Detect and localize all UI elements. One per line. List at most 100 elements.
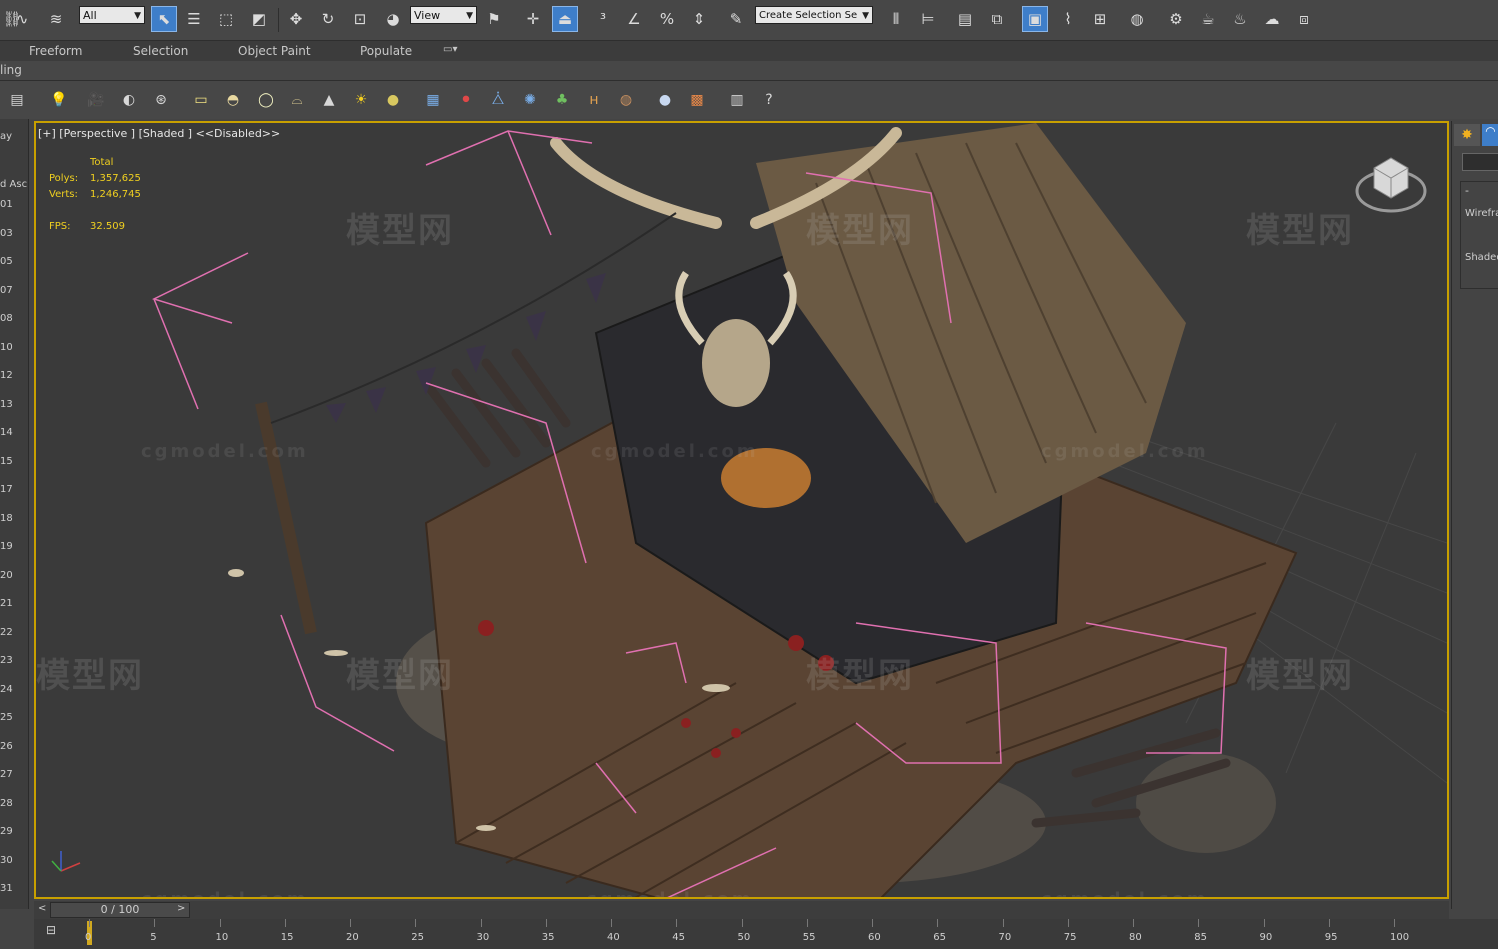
file-icon[interactable]: ▥ xyxy=(726,89,748,111)
explorer-row[interactable]: 05 xyxy=(0,256,13,267)
explorer-row[interactable]: 13 xyxy=(0,399,13,410)
prev-frame-button[interactable]: < xyxy=(38,903,46,914)
plane-primitive-icon[interactable]: ▭ xyxy=(190,89,212,111)
explorer-row[interactable]: 07 xyxy=(0,285,13,296)
rect-selection-icon[interactable]: ⬚ xyxy=(214,6,238,32)
explorer-row[interactable]: 27 xyxy=(0,769,13,780)
render-preview-icon[interactable]: ◐ xyxy=(118,89,140,111)
explorer-row[interactable]: 15 xyxy=(0,456,13,467)
camera-icon[interactable]: 🎥 xyxy=(85,89,107,111)
wireframe-option[interactable]: Wirefra xyxy=(1465,208,1498,219)
explorer-row[interactable]: 14 xyxy=(0,427,13,438)
explorer-row[interactable]: 22 xyxy=(0,627,13,638)
pivot-icon[interactable]: ◕ xyxy=(381,6,405,32)
explorer-row[interactable]: 30 xyxy=(0,855,13,866)
render-icon[interactable]: ♨ xyxy=(1228,6,1252,32)
explorer-row[interactable]: 23 xyxy=(0,655,13,666)
explorer-row[interactable]: 21 xyxy=(0,598,13,609)
explorer-row[interactable]: 25 xyxy=(0,712,13,723)
sun-icon[interactable]: ☀ xyxy=(350,89,372,111)
foliage-icon[interactable]: ♣ xyxy=(551,89,573,111)
bind-spacewarp-icon[interactable]: ≋ xyxy=(44,6,68,32)
teapot-icon[interactable]: ⌓ xyxy=(286,89,308,111)
texture-map-icon[interactable]: ▩ xyxy=(686,89,708,111)
next-frame-button[interactable]: > xyxy=(177,903,185,914)
selection-filter-dropdown[interactable]: All ▼ xyxy=(79,6,145,24)
viewport-label-menu[interactable]: [+] [Perspective ] [Shaded ] <<Disabled>… xyxy=(38,127,280,140)
crosshair-icon[interactable]: ✛ xyxy=(521,6,545,32)
modify-panel-tab[interactable]: ◠ xyxy=(1482,124,1498,146)
reference-coord-dropdown[interactable]: View ▼ xyxy=(410,6,477,24)
geosphere-icon[interactable]: ✺ xyxy=(519,89,541,111)
explorer-row[interactable]: 17 xyxy=(0,484,13,495)
toggle-ribbon-icon[interactable]: ⧉ xyxy=(985,6,1009,32)
render-iterative-icon[interactable]: ⧈ xyxy=(1292,6,1316,32)
rollout-collapse-icon[interactable]: - xyxy=(1465,184,1469,197)
spinner-snap-icon[interactable]: ⇕ xyxy=(687,6,711,32)
explorer-row[interactable]: 01 xyxy=(0,199,13,210)
named-selection-set-dropdown[interactable]: Create Selection Se ▼ xyxy=(755,6,873,24)
pyramid-icon[interactable]: ⧊ xyxy=(487,89,509,111)
hair-icon[interactable]: ʜ xyxy=(583,89,605,111)
render-setup-icon[interactable]: ⚙ xyxy=(1164,6,1188,32)
align-icon[interactable]: ⊨ xyxy=(916,6,940,32)
explorer-row[interactable]: 03 xyxy=(0,228,13,239)
explorer-row[interactable]: 08 xyxy=(0,313,13,324)
explorer-row[interactable]: 28 xyxy=(0,798,13,809)
explorer-row[interactable]: 31 xyxy=(0,883,13,894)
perspective-viewport[interactable]: 模型网 模型网 模型网 模型网 模型网 模型网 模型网 cgmodel.com … xyxy=(34,121,1449,899)
scene-explorer-toggle-icon[interactable]: ▣ xyxy=(1022,6,1048,32)
ribbon-options-icon[interactable]: ▭▾ xyxy=(443,44,457,55)
rotate-icon[interactable]: ↻ xyxy=(316,6,340,32)
explorer-row[interactable]: 26 xyxy=(0,741,13,752)
track-bar[interactable]: ⊟ 0 5 10 15 20 25 30 35 40 45 50 55 60 65 70 75 80 85 90 95… xyxy=(34,919,1498,949)
unlink-icon[interactable]: ∿ xyxy=(10,6,34,32)
particle-icon[interactable]: ⚫ xyxy=(455,89,477,111)
schematic-view-icon[interactable]: ⊞ xyxy=(1088,6,1112,32)
explorer-row[interactable]: 18 xyxy=(0,513,13,524)
tab-selection[interactable]: Selection xyxy=(133,44,188,58)
tab-freeform[interactable]: Freeform xyxy=(29,44,82,58)
explorer-row[interactable]: 20 xyxy=(0,570,13,581)
toggle-layer-explorer-icon[interactable]: ▤ xyxy=(953,6,977,32)
window-crossing-icon[interactable]: ◩ xyxy=(247,6,271,32)
rendered-frame-window-icon[interactable]: ☕ xyxy=(1196,6,1220,32)
explorer-row[interactable]: 29 xyxy=(0,826,13,837)
select-by-name-icon[interactable]: ☰ xyxy=(182,6,206,32)
sphere-light-icon[interactable]: ● xyxy=(382,89,404,111)
material-sphere-icon[interactable]: ● xyxy=(654,89,676,111)
create-panel-tab[interactable]: ✸ xyxy=(1454,124,1480,146)
snap-3d-icon[interactable]: ³ xyxy=(591,6,615,32)
time-slider[interactable]: < 0 / 100 > xyxy=(34,901,1449,919)
sphere-icon[interactable]: ◯ xyxy=(255,89,277,111)
grid-plane-icon[interactable]: ▦ xyxy=(422,89,444,111)
angle-snap-icon[interactable]: ∠ xyxy=(622,6,646,32)
select-manipulate-icon[interactable]: ⚑ xyxy=(482,6,506,32)
tab-populate[interactable]: Populate xyxy=(360,44,412,58)
tab-object-paint[interactable]: Object Paint xyxy=(238,44,311,58)
render-cloud-icon[interactable]: ☁ xyxy=(1260,6,1284,32)
move-icon[interactable]: ✥ xyxy=(284,6,308,32)
light-lister-icon[interactable]: 💡 xyxy=(48,89,70,111)
shaded-option[interactable]: Shaded xyxy=(1465,252,1498,263)
explorer-row[interactable]: 10 xyxy=(0,342,13,353)
cone-icon[interactable]: ▲ xyxy=(318,89,340,111)
scale-icon[interactable]: ⊡ xyxy=(348,6,372,32)
hemisphere-icon[interactable]: ◓ xyxy=(222,89,244,111)
fur-icon[interactable]: ◍ xyxy=(615,89,637,111)
curve-editor-icon[interactable]: ⌇ xyxy=(1056,6,1080,32)
object-name-field[interactable] xyxy=(1462,153,1498,171)
explorer-row[interactable]: 24 xyxy=(0,684,13,695)
curve-editor-mini-icon[interactable]: ⊟ xyxy=(46,923,66,939)
time-slider-thumb[interactable]: 0 / 100 xyxy=(50,902,190,918)
render-tool-icon[interactable]: ⊛ xyxy=(150,89,172,111)
sort-header[interactable]: d Asc xyxy=(0,179,27,190)
explorer-row[interactable]: 12 xyxy=(0,370,13,381)
layer-manager-icon[interactable]: ▤ xyxy=(6,89,28,111)
percent-snap-icon[interactable]: % xyxy=(655,6,679,32)
material-editor-icon[interactable]: ◍ xyxy=(1125,6,1149,32)
edit-named-selection-icon[interactable]: ✎ xyxy=(724,6,748,32)
explorer-row[interactable]: 19 xyxy=(0,541,13,552)
help-icon[interactable]: ? xyxy=(758,89,780,111)
mirror-icon[interactable]: ⫴ xyxy=(884,6,908,32)
